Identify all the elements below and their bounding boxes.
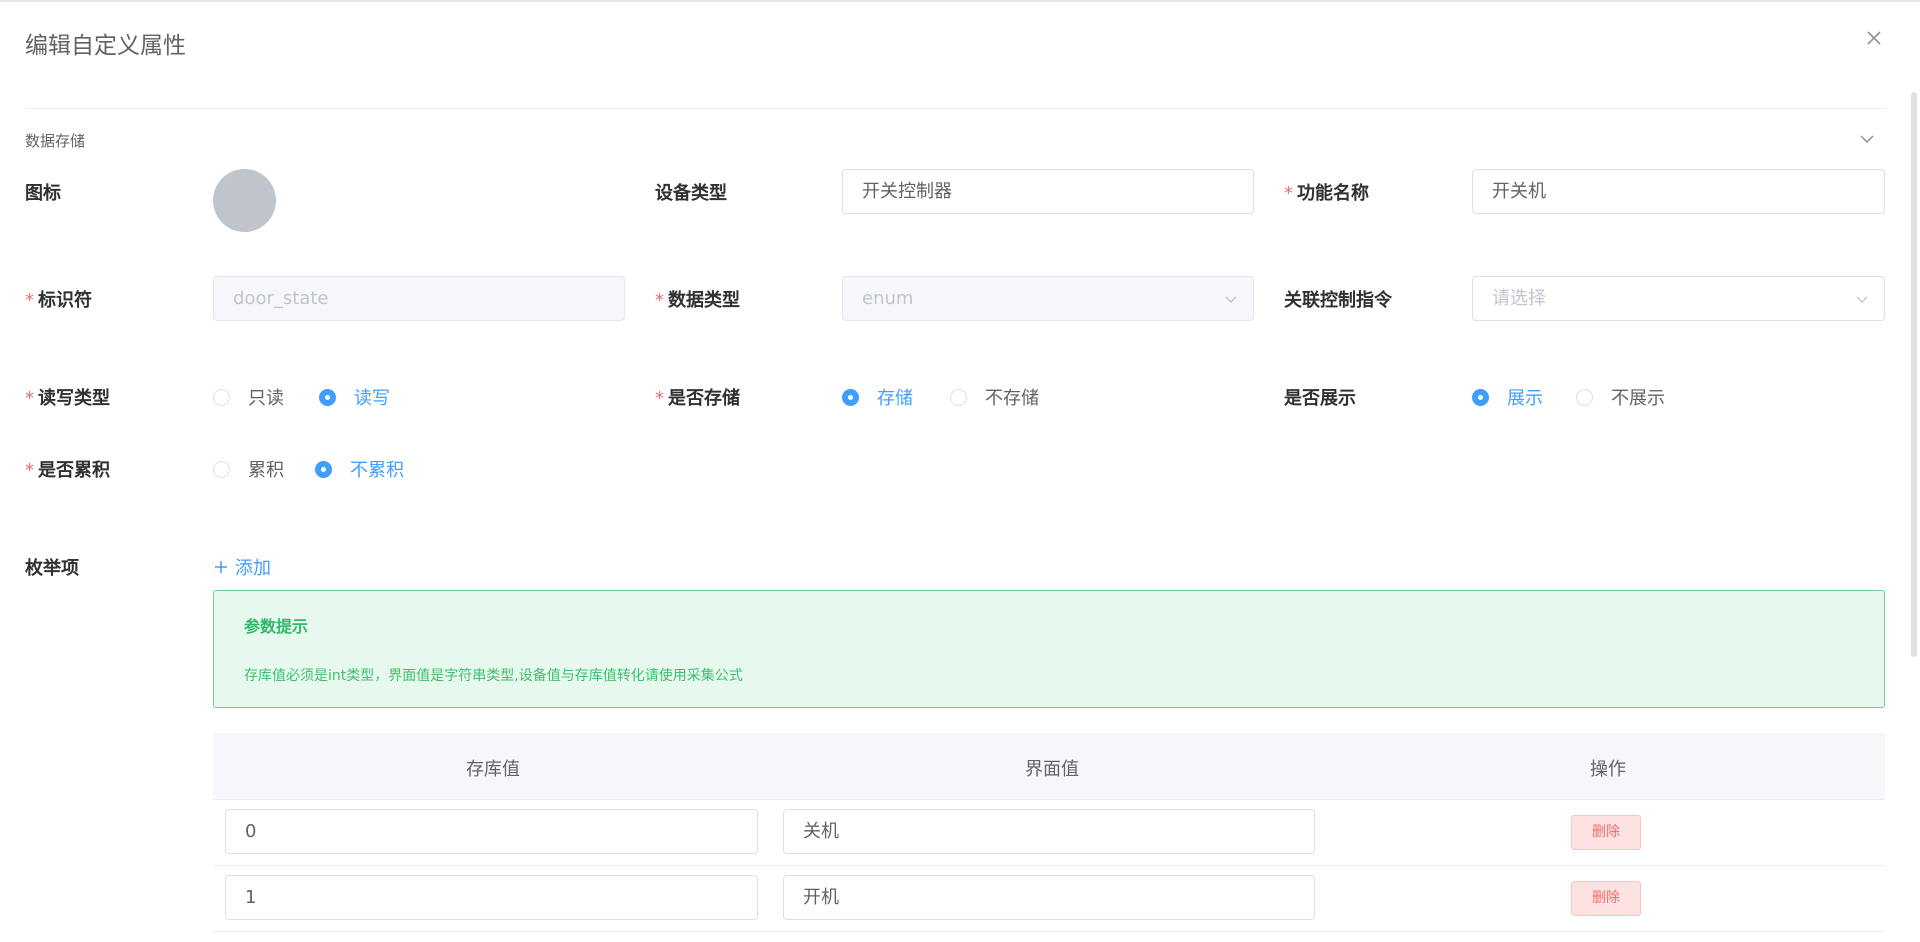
dialog-title: 编辑自定义属性 <box>25 33 186 59</box>
radio-dot <box>1576 388 1593 406</box>
section-title: 数据存储 <box>25 132 86 150</box>
radio-no-accumulate[interactable]: 不累积 <box>315 456 404 482</box>
display-value-input[interactable]: 关机 <box>783 809 1315 854</box>
is-shown-label: 是否展示 <box>1284 388 1356 409</box>
is-accumulated-label: * 是否累积 <box>25 460 110 481</box>
plus-icon <box>215 561 227 573</box>
device-type-input[interactable]: 开关控制器 <box>842 169 1254 214</box>
linked-command-select[interactable]: 请选择 <box>1472 276 1885 321</box>
radio-dot <box>213 460 230 478</box>
column-header-action: 操作 <box>1590 759 1626 780</box>
icon-label: 图标 <box>25 183 61 204</box>
radio-dot <box>842 388 859 406</box>
store-value-input[interactable]: 0 <box>225 809 758 854</box>
store-value-input[interactable]: 1 <box>225 875 758 920</box>
row-divider <box>213 865 1885 866</box>
identifier-label: * 标识符 <box>25 290 92 311</box>
add-enum-button[interactable]: 添加 <box>213 554 271 580</box>
icon-picker-avatar[interactable] <box>213 169 276 232</box>
data-type-label: * 数据类型 <box>655 290 740 311</box>
radio-no-show[interactable]: 不展示 <box>1576 384 1665 410</box>
data-type-select[interactable]: enum <box>842 276 1254 321</box>
radio-dot <box>315 460 332 478</box>
edit-custom-attribute-dialog: 编辑自定义属性 数据存储 图标 设备类型 开关控制器 * 功能名称 开关机 * 标识… <box>0 0 1920 942</box>
column-header-display-value: 界面值 <box>1025 759 1079 780</box>
is-stored-label: * 是否存储 <box>655 388 740 409</box>
radio-accumulate[interactable]: 累积 <box>213 456 284 482</box>
radio-dot <box>950 388 967 406</box>
radio-dot <box>1472 388 1489 406</box>
column-header-store-value: 存库值 <box>466 759 520 780</box>
param-hint-alert: 参数提示 存库值必须是int类型，界面值是字符串类型,设备值与存库值转化请使用采… <box>213 590 1885 708</box>
row-divider <box>213 931 1885 932</box>
enum-table-header: 存库值 界面值 操作 <box>213 733 1885 799</box>
delete-button[interactable]: 删除 <box>1571 881 1641 916</box>
vertical-scrollbar[interactable] <box>1911 92 1917 657</box>
radio-show[interactable]: 展示 <box>1472 384 1543 410</box>
chevron-down-icon <box>1856 296 1868 303</box>
alert-title: 参数提示 <box>244 617 309 636</box>
radio-readonly[interactable]: 只读 <box>213 384 284 410</box>
row-divider <box>213 799 1885 800</box>
data-type-value: enum <box>862 288 914 309</box>
linked-command-placeholder: 请选择 <box>1492 288 1546 309</box>
enum-label: 枚举项 <box>25 558 79 579</box>
delete-button[interactable]: 删除 <box>1571 815 1641 850</box>
linked-command-label: 关联控制指令 <box>1284 290 1392 311</box>
radio-dot <box>213 388 230 406</box>
chevron-down-icon <box>1225 296 1237 303</box>
chevron-down-icon[interactable] <box>1858 130 1876 148</box>
device-type-label: 设备类型 <box>655 183 727 204</box>
radio-readwrite[interactable]: 读写 <box>319 384 390 410</box>
identifier-input[interactable]: door_state <box>213 276 625 321</box>
function-name-input[interactable]: 开关机 <box>1472 169 1885 214</box>
rw-type-label: * 读写类型 <box>25 388 110 409</box>
display-value-input[interactable]: 开机 <box>783 875 1315 920</box>
alert-description: 存库值必须是int类型，界面值是字符串类型,设备值与存库值转化请使用采集公式 <box>244 668 743 684</box>
radio-no-store[interactable]: 不存储 <box>950 384 1039 410</box>
header-divider <box>25 108 1887 109</box>
function-name-label: * 功能名称 <box>1284 183 1369 204</box>
radio-store[interactable]: 存储 <box>842 384 913 410</box>
radio-dot <box>319 388 336 406</box>
close-icon[interactable] <box>1864 28 1884 48</box>
